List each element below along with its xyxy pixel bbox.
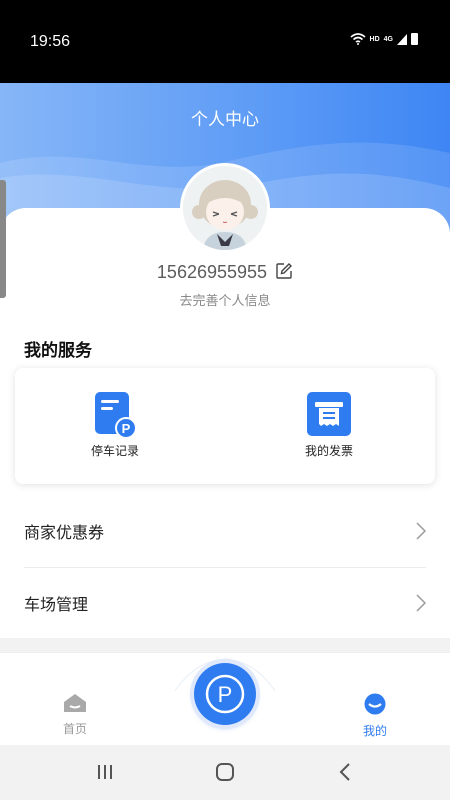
hd-label: HD — [369, 35, 380, 43]
system-nav-bar — [0, 745, 450, 800]
chevron-right-icon — [416, 522, 426, 540]
services-title: 我的服务 — [24, 341, 92, 361]
menu-item-label: 商家优惠券 — [24, 523, 105, 542]
status-bar: 19:56 HD 4G — [0, 0, 450, 83]
service-my-invoice[interactable]: 我的发票 — [279, 392, 379, 459]
services-card: P 停车记录 我的发票 — [15, 368, 435, 484]
complete-profile-link[interactable]: 去完善个人信息 — [0, 290, 450, 309]
page-title: 个人中心 — [191, 110, 259, 130]
4g-label: 4G — [383, 35, 393, 43]
status-icons: HD 4G — [350, 33, 418, 45]
service-parking-record[interactable]: P 停车记录 — [65, 392, 165, 459]
service-label: 停车记录 — [90, 444, 139, 458]
home-icon — [64, 694, 86, 712]
phone-row[interactable]: 15626955955 — [0, 262, 450, 283]
wifi-icon — [350, 33, 366, 45]
edit-icon[interactable] — [275, 262, 293, 280]
recent-apps-icon[interactable] — [96, 763, 114, 781]
avatar[interactable] — [180, 163, 270, 253]
home-button-icon[interactable] — [215, 763, 235, 781]
center-parking-button[interactable]: P — [194, 663, 256, 725]
status-time: 19:56 — [30, 33, 71, 50]
phone-number: 15626955955 — [156, 262, 268, 282]
menu-item-parking-management[interactable]: 车场管理 — [24, 567, 426, 639]
menu-item-label: 车场管理 — [24, 595, 89, 614]
battery-icon — [411, 33, 418, 45]
tab-label: 首页 — [62, 722, 87, 736]
parking-icon: P — [205, 674, 245, 714]
side-handle[interactable] — [0, 180, 6, 298]
svg-text:P: P — [218, 682, 233, 707]
chevron-right-icon — [416, 594, 426, 612]
avatar-image — [183, 166, 267, 250]
profile-icon — [364, 693, 386, 715]
back-icon[interactable] — [338, 763, 352, 781]
signal-icon — [397, 33, 407, 45]
tab-mine[interactable]: 我的 — [345, 693, 405, 739]
parking-record-icon: P — [93, 392, 137, 439]
menu-item-coupons[interactable]: 商家优惠券 — [24, 495, 426, 567]
tab-home[interactable]: 首页 — [45, 693, 105, 737]
svg-text:P: P — [122, 421, 131, 436]
tab-label: 我的 — [362, 724, 387, 738]
invoice-icon — [307, 392, 351, 436]
service-label: 我的发票 — [304, 444, 353, 458]
gap-strip — [0, 638, 450, 652]
